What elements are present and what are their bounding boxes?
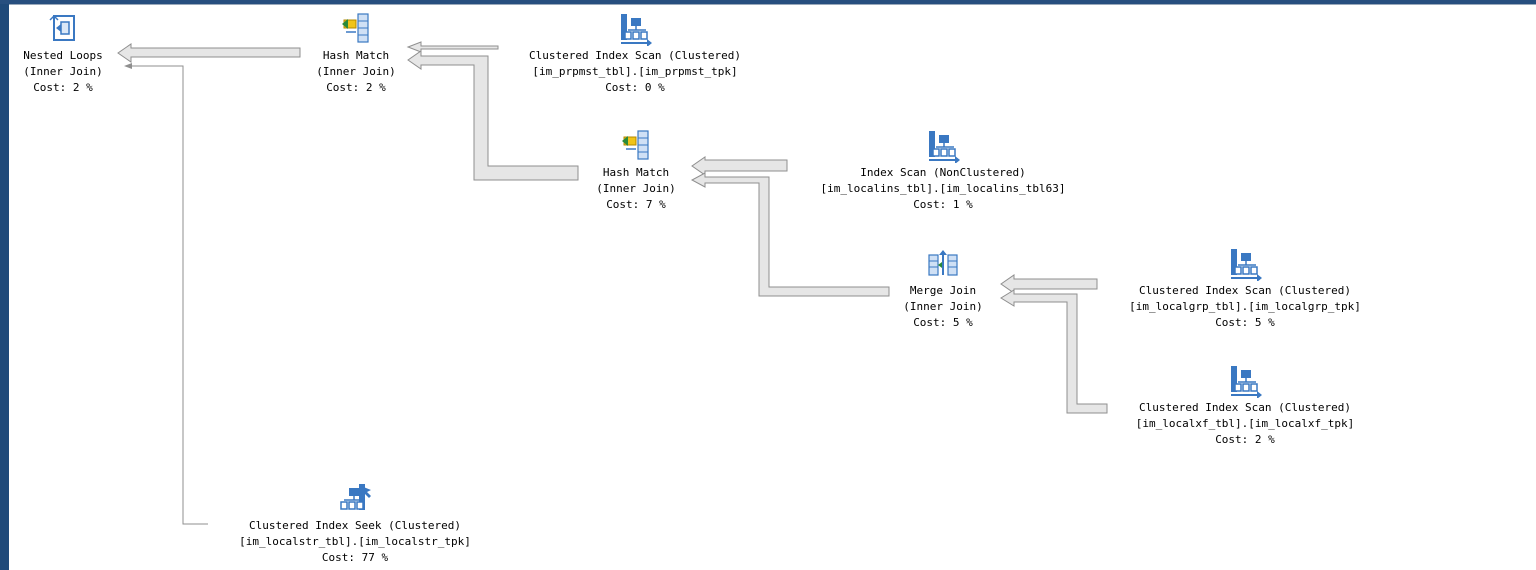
node-subtitle: [im_prpmst_tbl].[im_prpmst_tpk] xyxy=(532,65,738,78)
node-subtitle: [im_localxf_tbl].[im_localxf_tpk] xyxy=(1135,417,1355,430)
execution-plan-canvas: Nested Loops (Inner Join) Cost: 2 % Hash… xyxy=(0,0,1536,570)
node-cost: Cost: 5 % xyxy=(913,316,973,329)
arrow-hashmatch1-to-nestedloops xyxy=(117,43,301,63)
node-cost: Cost: 5 % xyxy=(1215,316,1275,329)
node-title: Clustered Index Seek (Clustered) xyxy=(249,519,461,532)
node-subtitle: [im_localgrp_tbl].[im_localgrp_tpk] xyxy=(1129,300,1361,313)
node-subtitle: [im_localins_tbl].[im_localins_tbl63] xyxy=(820,182,1066,195)
node-cost: Cost: 1 % xyxy=(913,198,973,211)
node-title: Clustered Index Scan (Clustered) xyxy=(1139,284,1351,297)
clustered-index-scan-icon xyxy=(1231,366,1262,398)
arrow-localgrp-to-mergejoin xyxy=(1000,274,1098,294)
node-hash-match-2[interactable]: Hash Match (Inner Join) Cost: 7 % xyxy=(578,129,694,213)
node-cost: Cost: 2 % xyxy=(326,81,386,94)
node-subtitle: (Inner Join) xyxy=(23,65,103,78)
arrow-localstr-to-nestedloops xyxy=(128,65,208,525)
arrow-localins-to-hashmatch2 xyxy=(691,156,788,176)
index-scan-icon xyxy=(929,131,960,163)
hash-match-icon xyxy=(342,13,369,43)
node-title: Hash Match xyxy=(602,166,670,179)
node-title: Clustered Index Scan (Clustered) xyxy=(529,49,741,62)
merge-join-icon xyxy=(928,250,958,276)
node-clustered-scan-prpmst[interactable]: Clustered Index Scan (Clustered) [im_prp… xyxy=(500,12,770,96)
node-cost: Cost: 2 % xyxy=(33,81,93,94)
hash-match-icon xyxy=(622,130,649,160)
node-title: Index Scan (NonClustered) xyxy=(860,166,1026,179)
clustered-index-scan-icon xyxy=(1231,249,1262,281)
node-subtitle: [im_localstr_tbl].[im_localstr_tpk] xyxy=(239,535,471,548)
node-title: Hash Match xyxy=(322,49,390,62)
node-clustered-scan-localxf[interactable]: Clustered Index Scan (Clustered) [im_loc… xyxy=(1110,364,1380,448)
node-nested-loops[interactable]: Nested Loops (Inner Join) Cost: 2 % xyxy=(8,12,118,96)
clustered-index-seek-icon xyxy=(340,484,371,510)
node-cost: Cost: 77 % xyxy=(321,551,389,564)
node-merge-join[interactable]: Merge Join (Inner Join) Cost: 5 % xyxy=(885,247,1001,331)
node-clustered-scan-localgrp[interactable]: Clustered Index Scan (Clustered) [im_loc… xyxy=(1100,247,1390,331)
node-index-scan-localins[interactable]: Index Scan (NonClustered) [im_localins_t… xyxy=(790,129,1096,213)
node-subtitle: (Inner Join) xyxy=(596,182,676,195)
arrow-localxf-to-mergejoin xyxy=(1000,289,1108,414)
clustered-index-scan-icon xyxy=(621,14,652,46)
node-cost: Cost: 0 % xyxy=(605,81,665,94)
node-cost: Cost: 7 % xyxy=(606,198,666,211)
node-subtitle: (Inner Join) xyxy=(316,65,396,78)
node-hash-match-1[interactable]: Hash Match (Inner Join) Cost: 2 % xyxy=(298,12,414,96)
node-title: Nested Loops xyxy=(23,49,103,62)
node-title: Merge Join xyxy=(909,284,977,297)
node-cost: Cost: 2 % xyxy=(1215,433,1275,446)
node-title: Clustered Index Scan (Clustered) xyxy=(1139,401,1351,414)
nested-loops-icon xyxy=(49,14,75,41)
node-clustered-seek-localstr[interactable]: Clustered Index Seek (Clustered) [im_loc… xyxy=(210,482,500,566)
node-subtitle: (Inner Join) xyxy=(903,300,983,313)
